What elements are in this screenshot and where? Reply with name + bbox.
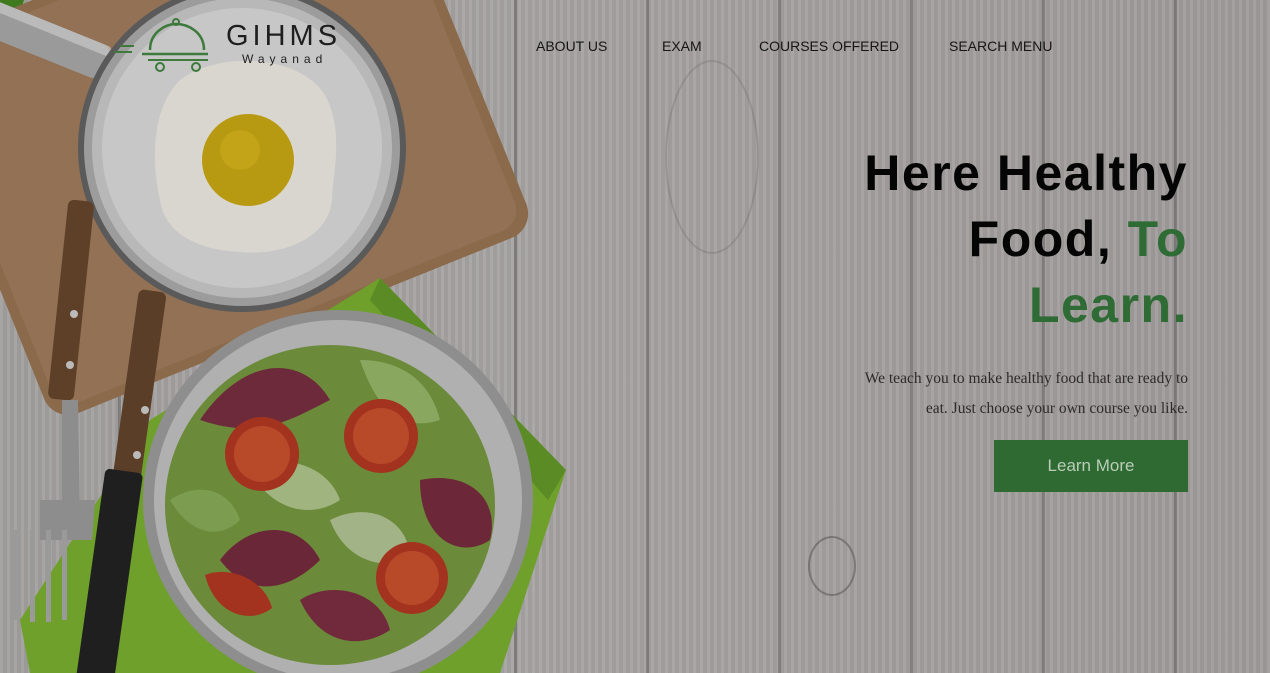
hero-description-line1: We teach you to make healthy food that a… [864, 370, 1188, 387]
learn-more-button[interactable]: Learn More [994, 440, 1188, 492]
nav-courses-offered[interactable]: COURSES OFFERED [759, 38, 899, 54]
wood-grain-knot [665, 60, 759, 254]
brand-location: Wayanad [242, 52, 328, 66]
cloche-cart-icon [114, 18, 208, 72]
hero-title-accent-1: To [1127, 211, 1188, 267]
nav-about-us[interactable]: ABOUT US [536, 38, 607, 54]
hero-title-accent-2: Learn. [1028, 277, 1188, 333]
hero-title-line2: Food, [968, 211, 1113, 267]
food-illustration [0, 0, 566, 673]
hero-title-line1: Here Healthy [864, 145, 1188, 201]
nav-search-menu[interactable]: SEARCH MENU [949, 38, 1052, 54]
brand-logo[interactable]: GIHMS Wayanad [112, 16, 352, 76]
nav-exam[interactable]: EXAM [662, 38, 702, 54]
wood-grain-knot [808, 536, 856, 596]
hero-description: We teach you to make healthy food that a… [768, 364, 1188, 424]
brand-name: GIHMS [226, 20, 342, 52]
hero-description-line2: eat. Just choose your own course you lik… [925, 400, 1188, 417]
hero-title: Here Healthy Food, To Learn. [768, 140, 1188, 338]
salad-bowl [143, 310, 533, 673]
hero-section: Here Healthy Food, To Learn. We teach yo… [768, 140, 1188, 424]
fried-egg [154, 60, 337, 253]
